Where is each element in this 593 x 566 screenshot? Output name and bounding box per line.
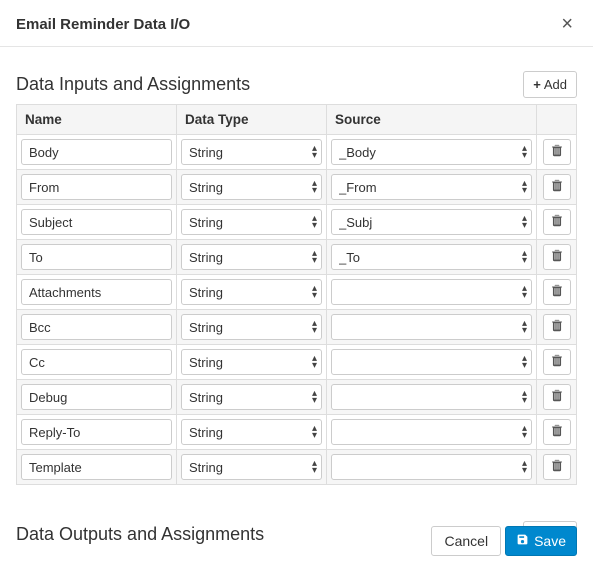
cancel-label: Cancel <box>444 533 488 549</box>
delete-row-button[interactable] <box>543 454 571 480</box>
source-select[interactable] <box>331 279 532 305</box>
delete-row-button[interactable] <box>543 244 571 270</box>
delete-row-button[interactable] <box>543 349 571 375</box>
delete-row-button[interactable] <box>543 279 571 305</box>
inputs-section-header: Data Inputs and Assignments + Add <box>16 71 577 98</box>
datatype-select[interactable] <box>181 209 322 235</box>
trash-icon <box>551 389 563 405</box>
outputs-section-title: Data Outputs and Assignments <box>16 524 264 545</box>
table-row: ▴▾▴▾ <box>17 205 577 240</box>
cancel-button[interactable]: Cancel <box>431 526 501 556</box>
trash-icon <box>551 284 563 300</box>
source-select[interactable] <box>331 139 532 165</box>
col-header-source: Source <box>327 105 537 135</box>
modal-footer: Cancel Save <box>431 526 577 556</box>
table-row: ▴▾▴▾ <box>17 450 577 485</box>
name-input[interactable] <box>21 384 172 410</box>
source-select[interactable] <box>331 384 532 410</box>
trash-icon <box>551 459 563 475</box>
table-row: ▴▾▴▾ <box>17 240 577 275</box>
trash-icon <box>551 424 563 440</box>
delete-row-button[interactable] <box>543 139 571 165</box>
trash-icon <box>551 249 563 265</box>
source-select[interactable] <box>331 419 532 445</box>
trash-icon <box>551 214 563 230</box>
datatype-select[interactable] <box>181 349 322 375</box>
add-input-label: Add <box>544 77 567 92</box>
modal-title: Email Reminder Data I/O <box>16 16 190 33</box>
table-row: ▴▾▴▾ <box>17 310 577 345</box>
datatype-select[interactable] <box>181 419 322 445</box>
datatype-select[interactable] <box>181 174 322 200</box>
inputs-table: Name Data Type Source ▴▾▴▾▴▾▴▾▴▾▴▾▴▾▴▾▴▾… <box>16 104 577 485</box>
delete-row-button[interactable] <box>543 384 571 410</box>
add-input-button[interactable]: + Add <box>523 71 577 98</box>
col-header-type: Data Type <box>177 105 327 135</box>
trash-icon <box>551 179 563 195</box>
table-row: ▴▾▴▾ <box>17 415 577 450</box>
modal-header: Email Reminder Data I/O × <box>0 0 593 47</box>
table-row: ▴▾▴▾ <box>17 135 577 170</box>
save-button[interactable]: Save <box>505 526 577 556</box>
name-input[interactable] <box>21 209 172 235</box>
datatype-select[interactable] <box>181 139 322 165</box>
datatype-select[interactable] <box>181 279 322 305</box>
name-input[interactable] <box>21 244 172 270</box>
source-select[interactable] <box>331 349 532 375</box>
close-button[interactable]: × <box>557 14 577 34</box>
table-row: ▴▾▴▾ <box>17 170 577 205</box>
modal-dialog: Email Reminder Data I/O × Data Inputs an… <box>0 0 593 566</box>
delete-row-button[interactable] <box>543 174 571 200</box>
trash-icon <box>551 354 563 370</box>
name-input[interactable] <box>21 349 172 375</box>
name-input[interactable] <box>21 139 172 165</box>
delete-row-button[interactable] <box>543 209 571 235</box>
col-header-delete <box>537 105 577 135</box>
source-select[interactable] <box>331 244 532 270</box>
source-select[interactable] <box>331 454 532 480</box>
source-select[interactable] <box>331 314 532 340</box>
plus-icon: + <box>533 77 541 92</box>
datatype-select[interactable] <box>181 244 322 270</box>
name-input[interactable] <box>21 279 172 305</box>
save-icon <box>516 533 529 549</box>
col-header-name: Name <box>17 105 177 135</box>
table-row: ▴▾▴▾ <box>17 380 577 415</box>
table-row: ▴▾▴▾ <box>17 345 577 380</box>
save-label: Save <box>534 533 566 549</box>
source-select[interactable] <box>331 209 532 235</box>
name-input[interactable] <box>21 454 172 480</box>
datatype-select[interactable] <box>181 314 322 340</box>
name-input[interactable] <box>21 174 172 200</box>
name-input[interactable] <box>21 419 172 445</box>
datatype-select[interactable] <box>181 384 322 410</box>
trash-icon <box>551 319 563 335</box>
trash-icon <box>551 144 563 160</box>
inputs-section-title: Data Inputs and Assignments <box>16 74 250 95</box>
table-row: ▴▾▴▾ <box>17 275 577 310</box>
modal-body: Data Inputs and Assignments + Add Name D… <box>0 47 593 564</box>
delete-row-button[interactable] <box>543 419 571 445</box>
source-select[interactable] <box>331 174 532 200</box>
datatype-select[interactable] <box>181 454 322 480</box>
delete-row-button[interactable] <box>543 314 571 340</box>
name-input[interactable] <box>21 314 172 340</box>
close-icon: × <box>561 13 573 35</box>
